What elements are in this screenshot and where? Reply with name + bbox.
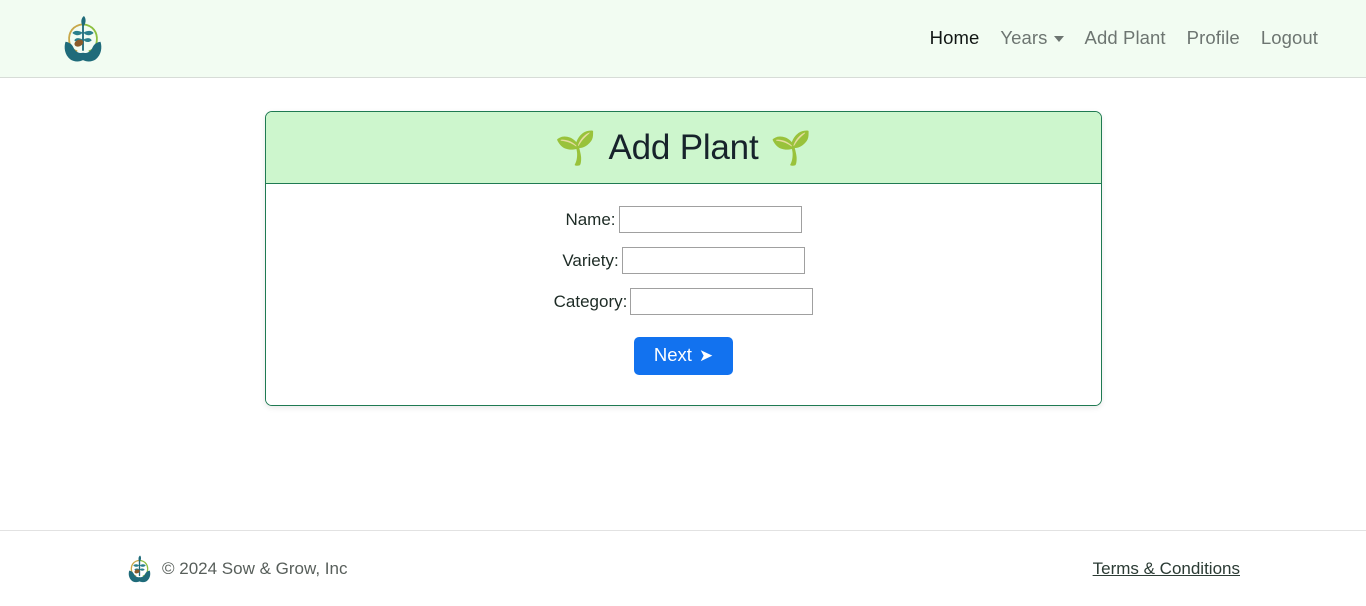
nav-link-home[interactable]: Home <box>930 29 980 48</box>
page-title: Add Plant <box>608 128 759 167</box>
card-body: Name: Variety: Category: Next ➤ <box>266 184 1101 405</box>
category-input[interactable] <box>630 288 814 315</box>
nav-links: Home Years Add Plant Profile Logout <box>930 29 1318 48</box>
add-plant-card: 🌱 Add Plant 🌱 Name: Variety: Category: N… <box>265 111 1102 406</box>
next-button[interactable]: Next ➤ <box>633 337 734 375</box>
variety-input[interactable] <box>621 247 805 274</box>
seedling-icon-right: 🌱 <box>770 129 812 166</box>
nav-link-years-label: Years <box>1000 27 1048 49</box>
nav-link-logout-label: Logout <box>1260 27 1318 49</box>
nav-link-add-plant-label: Add Plant <box>1084 27 1166 49</box>
submit-row: Next ➤ <box>266 337 1101 375</box>
seedling-icon-left: 🌱 <box>555 129 597 166</box>
footer-left: © 2024 Sow & Grow, Inc <box>126 554 347 584</box>
card-header: 🌱 Add Plant 🌱 <box>266 112 1101 184</box>
sow-and-grow-logo-icon <box>128 555 151 582</box>
main-content: 🌱 Add Plant 🌱 Name: Variety: Category: N… <box>0 78 1366 530</box>
nav-link-years[interactable]: Years <box>1000 27 1064 49</box>
name-label: Name: <box>565 210 616 229</box>
next-button-label: Next <box>653 344 692 365</box>
nav-link-profile-label: Profile <box>1186 27 1240 49</box>
nav-link-add-plant[interactable]: Add Plant <box>1085 29 1166 48</box>
nav-link-profile[interactable]: Profile <box>1187 29 1240 48</box>
copyright-text: © 2024 Sow & Grow, Inc <box>162 559 348 578</box>
page-footer: © 2024 Sow & Grow, Inc Terms & Condition… <box>0 530 1366 606</box>
sow-and-grow-logo-icon[interactable] <box>60 14 106 64</box>
form-row-name: Name: <box>266 206 1101 233</box>
terms-and-conditions-link[interactable]: Terms & Conditions <box>1093 560 1240 577</box>
name-input[interactable] <box>618 206 802 233</box>
category-label: Category: <box>553 292 628 311</box>
nav-link-logout[interactable]: Logout <box>1261 29 1318 48</box>
arrow-right-icon: ➤ <box>698 345 714 365</box>
variety-label: Variety: <box>562 251 619 270</box>
form-row-category: Category: <box>266 288 1101 315</box>
form-row-variety: Variety: <box>266 247 1101 274</box>
chevron-down-icon <box>1053 36 1064 43</box>
nav-link-home-label: Home <box>929 27 980 49</box>
top-navbar: Home Years Add Plant Profile Logout <box>0 0 1366 78</box>
